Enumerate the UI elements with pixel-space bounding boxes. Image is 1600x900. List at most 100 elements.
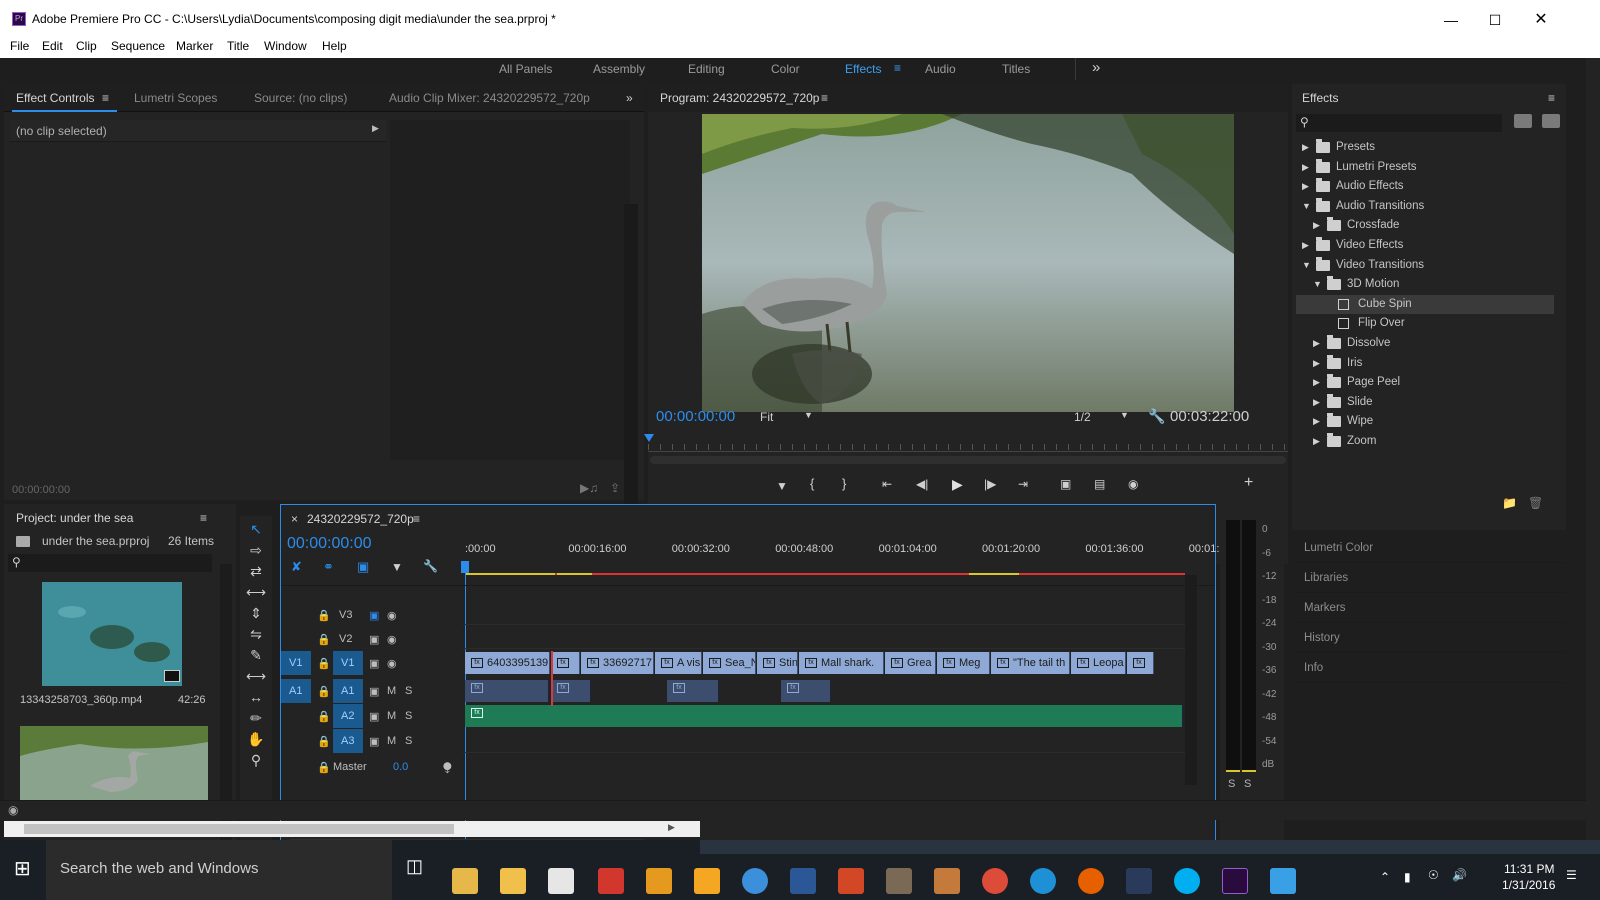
track-a1-solo[interactable]: S <box>405 685 412 697</box>
tray-chevron-up-icon[interactable]: ⌃ <box>1380 870 1390 884</box>
video-clip[interactable]: fx A vis <box>655 652 702 674</box>
program-menu-icon[interactable]: ≡ <box>821 84 828 112</box>
tab-effect-controls-menu-icon[interactable]: ≡ <box>102 84 109 112</box>
slide-tool-icon[interactable]: ⟷ <box>245 667 267 685</box>
workspace-color[interactable]: Color <box>771 62 800 76</box>
fit-dropdown[interactable]: Fit ▼ <box>760 410 813 424</box>
step-forward-icon[interactable]: |▶ <box>984 477 996 491</box>
track-a1-sync-icon[interactable]: ▣ <box>369 685 379 698</box>
mark-out-icon[interactable]: } <box>842 476 846 491</box>
video-clip[interactable]: fx Sting <box>757 652 798 674</box>
tabs-overflow-icon[interactable]: » <box>626 84 633 112</box>
effects-tree-item-audio-transitions[interactable]: ▼ Audio Transitions <box>1296 197 1554 216</box>
step-back-icon[interactable]: ◀| <box>916 477 928 491</box>
video-clip[interactable]: fx Sea_N <box>703 652 756 674</box>
disclosure-closed-icon[interactable]: ▶ <box>1313 216 1320 235</box>
minimize-button[interactable]: — <box>1436 5 1466 35</box>
menu-help[interactable]: Help <box>322 39 347 53</box>
resolution-dropdown[interactable]: 1/2 ▼ <box>1074 410 1134 424</box>
taskbar-time[interactable]: 11:31 PM <box>1504 862 1554 876</box>
status-eye-icon[interactable]: ◉ <box>8 803 18 817</box>
master-lock-icon[interactable]: 🔒 <box>317 761 331 774</box>
effects-tree-item-presets[interactable]: ▶ Presets <box>1296 138 1554 157</box>
workspace-menu-icon[interactable]: ≡ <box>894 61 901 75</box>
app-t-icon[interactable] <box>598 868 624 894</box>
wrench-icon[interactable]: 🔧 <box>1148 408 1165 425</box>
scroll-right-arrow-icon[interactable]: ▶ <box>668 822 675 833</box>
track-a3-solo[interactable]: S <box>405 735 412 747</box>
effects-tree-item-crossfade[interactable]: ▶ Crossfade <box>1296 216 1554 235</box>
effects-tree-item-audio-effects[interactable]: ▶ Audio Effects <box>1296 177 1554 196</box>
chrome-icon[interactable] <box>982 868 1008 894</box>
linked-selection-icon[interactable]: ⚭ <box>323 559 334 575</box>
zoom-tool-icon[interactable]: ✋ <box>245 730 267 748</box>
menu-title[interactable]: Title <box>227 39 249 53</box>
new-bin-icon[interactable]: 📁 <box>1502 496 1517 510</box>
disclosure-open-icon[interactable]: ▼ <box>1302 197 1311 216</box>
tab-effect-controls[interactable]: Effect Controls <box>16 84 94 112</box>
video-clip[interactable]: fx Meg <box>937 652 990 674</box>
track-a1-mute[interactable]: M <box>387 685 396 697</box>
selection-tool-icon[interactable]: ↖ <box>245 520 267 538</box>
workspace-effects[interactable]: Effects <box>845 62 881 76</box>
menu-clip[interactable]: Clip <box>76 39 97 53</box>
playhead-handle[interactable] <box>461 561 469 573</box>
project-search-bar[interactable]: ⚲ <box>8 554 212 572</box>
workspace-all-panels[interactable]: All Panels <box>499 62 552 76</box>
workspace-audio[interactable]: Audio <box>925 62 956 76</box>
track-a2-solo[interactable]: S <box>405 710 412 722</box>
track-a3-mute[interactable]: M <box>387 735 396 747</box>
project-item-name[interactable]: 13343258703_360p.mp4 <box>20 694 142 706</box>
media-player-icon[interactable] <box>694 868 720 894</box>
tray-wifi-icon[interactable]: ☉ <box>1428 868 1439 882</box>
disclosure-closed-icon[interactable]: ▶ <box>1313 373 1320 392</box>
disclosure-closed-icon[interactable]: ▶ <box>1313 334 1320 353</box>
vertical-scrollbar[interactable] <box>624 204 638 530</box>
league-app-icon[interactable] <box>1126 868 1152 894</box>
go-to-in-icon[interactable]: ⇤ <box>882 477 892 491</box>
meter-solo-right[interactable]: S <box>1244 778 1251 790</box>
button-editor-plus-icon[interactable]: + <box>1244 474 1253 492</box>
video-clip[interactable]: fx Grea <box>885 652 936 674</box>
play-icon[interactable]: ▶ <box>952 476 963 493</box>
extract-icon[interactable]: ▤ <box>1094 477 1105 491</box>
video-clip[interactable]: fx <box>551 652 580 674</box>
effects-tree-item-lumetri-presets[interactable]: ▶ Lumetri Presets <box>1296 158 1554 177</box>
snap-icon[interactable]: ✘ <box>291 559 302 575</box>
effects-tree-item-flip-over[interactable]: Flip Over <box>1296 314 1554 333</box>
skype-icon[interactable] <box>1174 868 1200 894</box>
disclosure-closed-icon[interactable]: ▶ <box>1313 354 1320 373</box>
window-bottom-scrollbar[interactable]: ▶ <box>4 821 700 837</box>
tray-battery-icon[interactable]: ▮ <box>1404 870 1411 884</box>
sequence-menu-icon[interactable]: ≡ <box>413 505 420 533</box>
master-volume[interactable]: 0.0 <box>393 761 408 773</box>
track-v2-lock-icon[interactable]: 🔒 <box>317 633 331 646</box>
video-clip[interactable]: fx 6403395139 <box>465 652 550 674</box>
scrollbar-thumb[interactable] <box>24 824 454 834</box>
side-panel-libraries[interactable]: Libraries <box>1294 564 1566 593</box>
add-marker-icon[interactable]: ▼ <box>776 479 788 493</box>
go-to-out-icon[interactable]: ⇥ <box>1018 477 1028 491</box>
program-title[interactable]: Program: 24320229572_720p <box>660 84 819 112</box>
track-v2-sync-icon[interactable]: ▣ <box>369 633 379 646</box>
file-explorer-icon[interactable] <box>452 868 478 894</box>
effects-tree-item-dissolve[interactable]: ▶ Dissolve <box>1296 334 1554 353</box>
hand-tool-icon[interactable]: ✏ <box>245 709 267 727</box>
track-v1-eye-icon[interactable]: ◉ <box>387 657 397 670</box>
track-select-tool-icon[interactable]: ⇨ <box>245 541 267 559</box>
disclosure-closed-icon[interactable]: ▶ <box>1313 393 1320 412</box>
zoom-scrollbar[interactable] <box>650 456 1286 464</box>
track-v1-lock-icon[interactable]: 🔒 <box>317 657 331 670</box>
effects-search-bar[interactable]: ⚲ <box>1296 114 1502 132</box>
store-icon[interactable] <box>548 868 574 894</box>
menu-sequence[interactable]: Sequence <box>111 39 165 53</box>
folder-icon[interactable] <box>500 868 526 894</box>
track-v1-sync-icon[interactable]: ▣ <box>369 657 379 670</box>
audio-clip[interactable]: fx <box>551 680 591 702</box>
lift-icon[interactable]: ▣ <box>1060 477 1071 491</box>
powerpoint-icon[interactable] <box>838 868 864 894</box>
itunes-icon[interactable] <box>742 868 768 894</box>
effects-tree-item-video-transitions[interactable]: ▼ Video Transitions <box>1296 256 1554 275</box>
tab-audio-clip-mixer[interactable]: Audio Clip Mixer: 24320229572_720p <box>389 84 590 112</box>
audio-clip[interactable]: fx <box>781 680 831 702</box>
